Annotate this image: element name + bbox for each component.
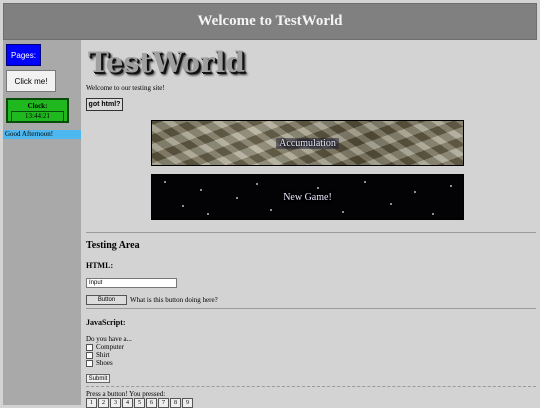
checkbox[interactable] bbox=[86, 343, 93, 351]
star-decoration bbox=[414, 191, 416, 193]
option-label: Shirt bbox=[96, 351, 110, 359]
number-button-6[interactable]: 6 bbox=[146, 398, 157, 408]
accumulation-label: Accumulation bbox=[276, 137, 339, 149]
got-html-button[interactable]: got html? bbox=[86, 98, 123, 111]
star-decoration bbox=[364, 181, 366, 183]
divider bbox=[86, 308, 536, 309]
welcome-text: Welcome to our testing site! bbox=[86, 84, 165, 92]
number-button-3[interactable]: 3 bbox=[110, 398, 121, 408]
checkbox[interactable] bbox=[86, 351, 93, 359]
option-shoes[interactable]: Shoes bbox=[86, 359, 113, 367]
number-button-7[interactable]: 7 bbox=[158, 398, 169, 408]
star-decoration bbox=[200, 189, 202, 191]
star-decoration bbox=[256, 183, 258, 185]
mystery-button[interactable]: Button bbox=[86, 295, 127, 305]
star-decoration bbox=[390, 203, 392, 205]
divider bbox=[86, 232, 536, 233]
number-button-9[interactable]: 9 bbox=[182, 398, 193, 408]
new-game-label: New Game! bbox=[283, 191, 332, 203]
greeting-banner: Good Afternoon! bbox=[3, 130, 81, 139]
divider bbox=[86, 386, 536, 387]
checkbox[interactable] bbox=[86, 359, 93, 367]
star-decoration bbox=[182, 205, 184, 207]
testing-area-heading: Testing Area bbox=[86, 240, 140, 251]
clock-time: 13:44:21 bbox=[11, 111, 64, 122]
option-shirt[interactable]: Shirt bbox=[86, 351, 110, 359]
question-text: Do you have a... bbox=[86, 335, 132, 343]
button-note: What is this button doing here? bbox=[130, 296, 218, 304]
number-button-row: 1 2 3 4 5 6 7 8 9 bbox=[86, 398, 194, 408]
clock-widget: Clock: 13:44:21 bbox=[6, 98, 69, 123]
text-input[interactable]: Input bbox=[86, 278, 177, 288]
number-button-5[interactable]: 5 bbox=[134, 398, 145, 408]
star-decoration bbox=[432, 213, 434, 215]
pages-button[interactable]: Pages: bbox=[6, 44, 41, 66]
star-decoration bbox=[164, 181, 166, 183]
number-button-4[interactable]: 4 bbox=[122, 398, 133, 408]
accumulation-banner[interactable]: Accumulation bbox=[151, 120, 464, 166]
submit-button[interactable]: Submit bbox=[86, 374, 110, 383]
option-computer[interactable]: Computer bbox=[86, 343, 124, 351]
number-button-1[interactable]: 1 bbox=[86, 398, 97, 408]
site-header: Welcome to TestWorld bbox=[3, 3, 537, 40]
star-decoration bbox=[270, 209, 272, 211]
option-label: Computer bbox=[96, 343, 124, 351]
star-decoration bbox=[207, 213, 209, 215]
clock-label: Clock: bbox=[27, 102, 48, 110]
number-button-2[interactable]: 2 bbox=[98, 398, 109, 408]
star-decoration bbox=[236, 197, 238, 199]
number-button-8[interactable]: 8 bbox=[170, 398, 181, 408]
site-logo: TestWorld bbox=[88, 46, 245, 79]
option-label: Shoes bbox=[96, 359, 113, 367]
press-status-text: Press a button! You pressed: bbox=[86, 390, 166, 398]
star-decoration bbox=[342, 211, 344, 213]
sidebar: Pages: Click me! Clock: 13:44:21 Good Af… bbox=[3, 40, 81, 405]
header-title: Welcome to TestWorld bbox=[197, 13, 343, 29]
star-decoration bbox=[450, 185, 452, 187]
javascript-heading: JavaScript: bbox=[86, 318, 126, 327]
html-heading: HTML: bbox=[86, 261, 114, 270]
new-game-banner[interactable]: New Game! bbox=[151, 174, 464, 220]
star-decoration bbox=[317, 187, 319, 189]
click-me-button[interactable]: Click me! bbox=[6, 70, 56, 92]
